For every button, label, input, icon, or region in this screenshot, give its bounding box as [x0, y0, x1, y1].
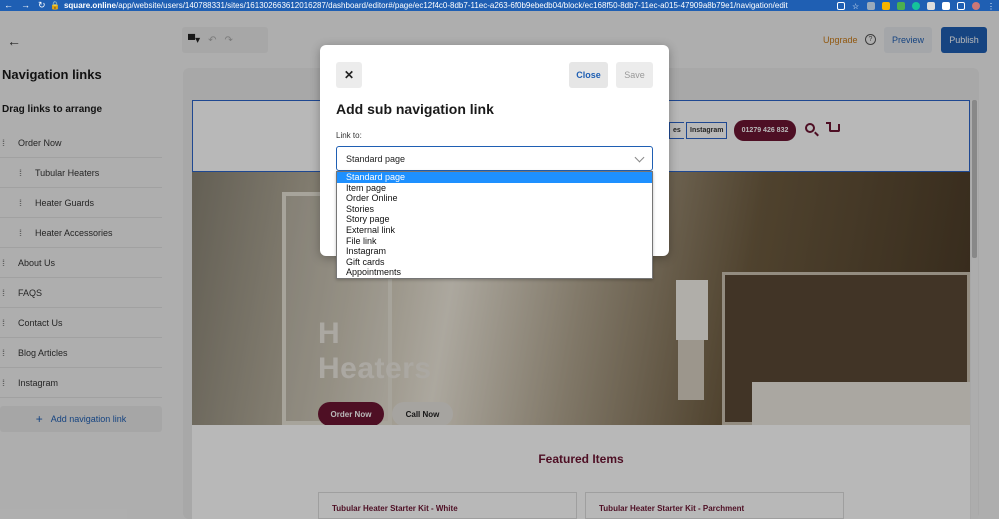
option-gift-cards[interactable]: Gift cards [337, 257, 652, 268]
sidebar-toggle-icon[interactable] [957, 1, 965, 10]
option-stories[interactable]: Stories [337, 204, 652, 215]
selected-value: Standard page [346, 153, 406, 164]
share-icon[interactable] [837, 1, 845, 10]
menu-icon[interactable]: ⋮ [987, 2, 995, 11]
reload-icon[interactable]: ↻ [38, 0, 46, 11]
browser-bar: ← → ↻ 🔒 square.online/app/website/users/… [0, 0, 999, 11]
browser-nav: ← → ↻ [4, 0, 50, 11]
option-story-page[interactable]: Story page [337, 214, 652, 225]
option-instagram[interactable]: Instagram [337, 246, 652, 257]
extension-icon[interactable] [867, 1, 875, 10]
link-to-label: Link to: [336, 131, 362, 140]
option-standard-page[interactable]: Standard page [337, 172, 652, 183]
save-button[interactable]: Save [616, 62, 653, 88]
extensions: ☆ ⋮ [837, 1, 995, 11]
grammarly-icon[interactable] [912, 1, 920, 10]
close-icon[interactable]: ✕ [336, 62, 362, 88]
url-path: /app/website/users/140788331/sites/16130… [115, 1, 788, 10]
profile-avatar[interactable] [972, 1, 980, 10]
chevron-down-icon [634, 152, 645, 163]
link-type-dropdown: Standard page Item page Order Online Sto… [336, 171, 653, 279]
option-order-online[interactable]: Order Online [337, 193, 652, 204]
back-arrow-icon[interactable]: ← [4, 0, 13, 11]
drive-icon[interactable] [882, 1, 890, 10]
forward-arrow-icon[interactable]: → [21, 0, 30, 11]
option-appointments[interactable]: Appointments [337, 267, 652, 278]
option-file-link[interactable]: File link [337, 236, 652, 247]
star-icon[interactable]: ☆ [852, 2, 860, 11]
puzzle-icon[interactable] [942, 1, 950, 10]
modal-title: Add sub navigation link [336, 101, 494, 117]
option-external-link[interactable]: External link [337, 225, 652, 236]
lock-icon: 🔒 [50, 1, 60, 10]
close-button[interactable]: Close [569, 62, 608, 88]
address-bar[interactable]: square.online/app/website/users/14078833… [64, 1, 831, 10]
extension-icon[interactable] [897, 1, 905, 10]
url-host: square.online [63, 1, 116, 10]
option-item-page[interactable]: Item page [337, 183, 652, 194]
link-type-select[interactable]: Standard page [336, 146, 653, 171]
extension-icon[interactable] [927, 1, 935, 10]
